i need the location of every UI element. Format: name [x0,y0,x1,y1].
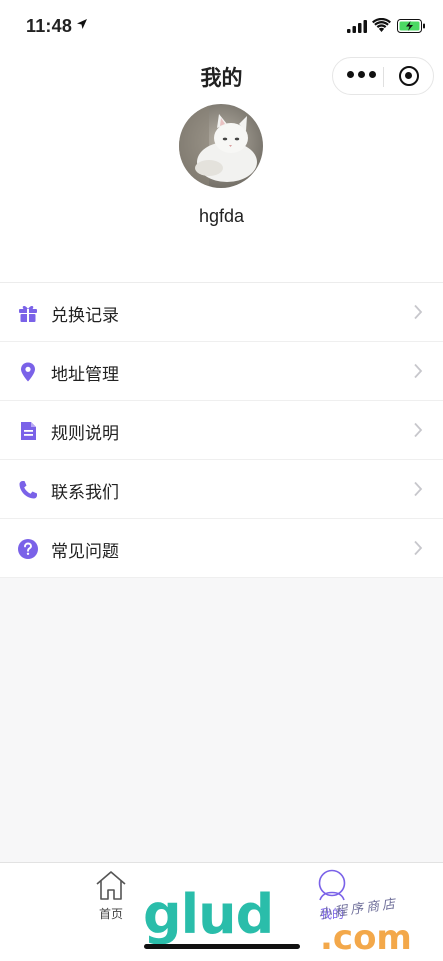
username: hgfda [198,206,245,226]
status-bar: 11:48 [0,0,443,52]
miniprogram-capsule [332,57,434,95]
menu-item-contact-us[interactable]: 联系我们 [0,460,443,519]
close-miniprogram-icon[interactable] [399,66,419,86]
menu-list: 兑换记录 地址管理 规则说明 联系我们 常见问题 [0,282,443,578]
menu-item-label: 规则说明 [51,424,119,443]
avatar-cat-photo [179,104,263,188]
menu-item-rules[interactable]: 规则说明 [0,401,443,460]
menu-item-address-management[interactable]: 地址管理 [0,342,443,401]
battery-charging-icon [397,19,425,33]
cellular-signal-icon [347,20,367,33]
home-icon [96,871,126,900]
menu-item-label: 兑换记录 [51,306,119,325]
tab-home[interactable]: 首页 [81,869,141,922]
watermark-logo: glud [143,883,274,946]
gift-icon [19,305,37,322]
menu-item-faq[interactable]: 常见问题 [0,519,443,578]
watermark-domain: .com [320,918,412,958]
chevron-right-icon [414,363,423,379]
phone-icon [19,481,37,499]
menu-item-label: 联系我们 [51,483,119,502]
status-time: 11:48 [26,16,73,36]
chevron-right-icon [414,540,423,556]
question-circle-icon [18,539,38,559]
menu-item-label: 常见问题 [51,542,119,561]
avatar[interactable] [179,104,263,188]
chevron-right-icon [414,481,423,497]
chevron-right-icon [414,304,423,320]
location-pin-icon [21,362,35,382]
capsule-divider [383,67,384,87]
chevron-right-icon [414,422,423,438]
home-indicator[interactable] [144,944,300,949]
document-icon [21,422,36,440]
user-icon [318,869,346,901]
tab-home-label: 首页 [98,907,123,921]
menu-item-redeem-records[interactable]: 兑换记录 [0,283,443,342]
location-arrow-icon [77,19,87,29]
more-icon[interactable] [347,71,376,78]
wifi-icon [372,18,391,32]
menu-item-label: 地址管理 [51,365,119,384]
